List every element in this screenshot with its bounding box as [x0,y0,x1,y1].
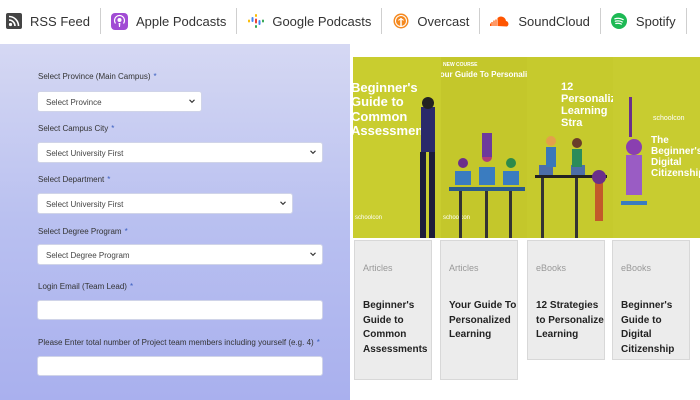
resource-card[interactable]: eBooks 12 Strategies to Personalize Lear… [527,240,605,360]
rss-icon [5,13,22,30]
chevron-down-icon [310,252,316,257]
resource-card[interactable]: Articles Your Guide To Personalized Lear… [440,240,518,380]
apple-podcasts-icon [110,12,128,30]
resource-card[interactable]: Articles Beginner's Guide to Common Asse… [354,240,432,380]
soundcloud-link[interactable]: SoundCloud [480,0,600,42]
card-title[interactable]: Beginner's Guide to Common Assessments [363,299,431,357]
card-category: Articles [449,263,479,273]
department-select[interactable]: Select University First [37,193,293,214]
spotify-label: Spotify [635,13,676,29]
resource-card[interactable]: eBooks Beginner's Guide to Digital Citiz… [612,240,690,360]
banner-personalize-strategies[interactable]: 12 Personalize Learning Stra [527,57,613,238]
rss-feed-link[interactable]: RSS Feed [0,0,100,42]
spotify-icon [611,13,628,30]
students-illustration [535,136,607,238]
card-title[interactable]: Your Guide To Personalized Learning [449,299,517,343]
chevron-down-icon [280,201,286,206]
google-podcasts-link[interactable]: Google Podcasts [237,0,381,42]
banner-tag: NEW COURSE [443,62,478,68]
card-category: eBooks [536,263,567,273]
province-select[interactable]: Select Province [37,91,202,112]
card-category: eBooks [621,263,652,273]
registration-form: Select Province (Main Campus) * Select Pr… [0,44,350,400]
overcast-icon [392,13,409,30]
banner-personalized-learning[interactable]: NEW COURSE Your Guide To Personalized Le… [441,57,527,238]
classroom-illustration [449,133,525,238]
province-label: Select Province (Main Campus) * [38,72,157,81]
card-category: Articles [363,263,393,273]
degree-program-select[interactable]: Select Degree Program [37,244,323,265]
person-illustration [621,97,647,205]
google-podcasts-icon [247,13,264,30]
banner-common-assessments[interactable]: Beginner's Guide to Common Assessments s… [353,57,441,238]
team-members-input[interactable] [37,356,323,376]
card-title[interactable]: 12 Strategies to Personalize Learning [536,299,604,343]
banner-logo: schoolcon [355,215,383,221]
apple-podcasts-link[interactable]: Apple Podcasts [101,0,236,42]
degree-program-label: Select Degree Program * [38,227,128,236]
overcast-link[interactable]: Overcast [382,0,479,42]
campus-city-select[interactable]: Select University First [37,142,323,163]
card-title[interactable]: Beginner's Guide to Digital Citizenship [621,299,689,357]
podcast-subscribe-bar: RSS Feed Apple Podcasts Google Podcasts … [0,0,700,42]
person-illustration [420,97,435,238]
banner-title: The Beginner's to Digital Citizenship [651,135,700,179]
banner-title: Your Guide To Personalized Learning [441,70,527,79]
apple-podcasts-label: Apple Podcasts [135,13,227,29]
spotify-link[interactable]: Spotify [601,0,686,42]
login-email-input[interactable] [37,300,323,320]
login-email-label: Login Email (Team Lead) * [38,282,134,291]
banner-digital-citizenship[interactable]: schoolcon The Beginner's to Digital Citi… [613,57,700,238]
course-banner-strip: Beginner's Guide to Common Assessments s… [353,57,700,238]
overcast-label: Overcast [417,13,470,29]
banner-title: Beginner's Guide to Common Assessments [353,80,435,138]
banner-logo: schoolcon [653,115,685,122]
chevron-down-icon [189,99,195,104]
chevron-down-icon [310,150,316,155]
department-label: Select Department * [38,175,111,184]
campus-city-label: Select Campus City * [38,124,115,133]
rss-feed-label: RSS Feed [30,13,90,29]
soundcloud-icon [490,13,510,30]
team-members-label: Please Enter total number of Project tea… [38,338,320,347]
soundcloud-label: SoundCloud [518,13,590,29]
google-podcasts-label: Google Podcasts [272,13,372,29]
divider [685,8,687,34]
